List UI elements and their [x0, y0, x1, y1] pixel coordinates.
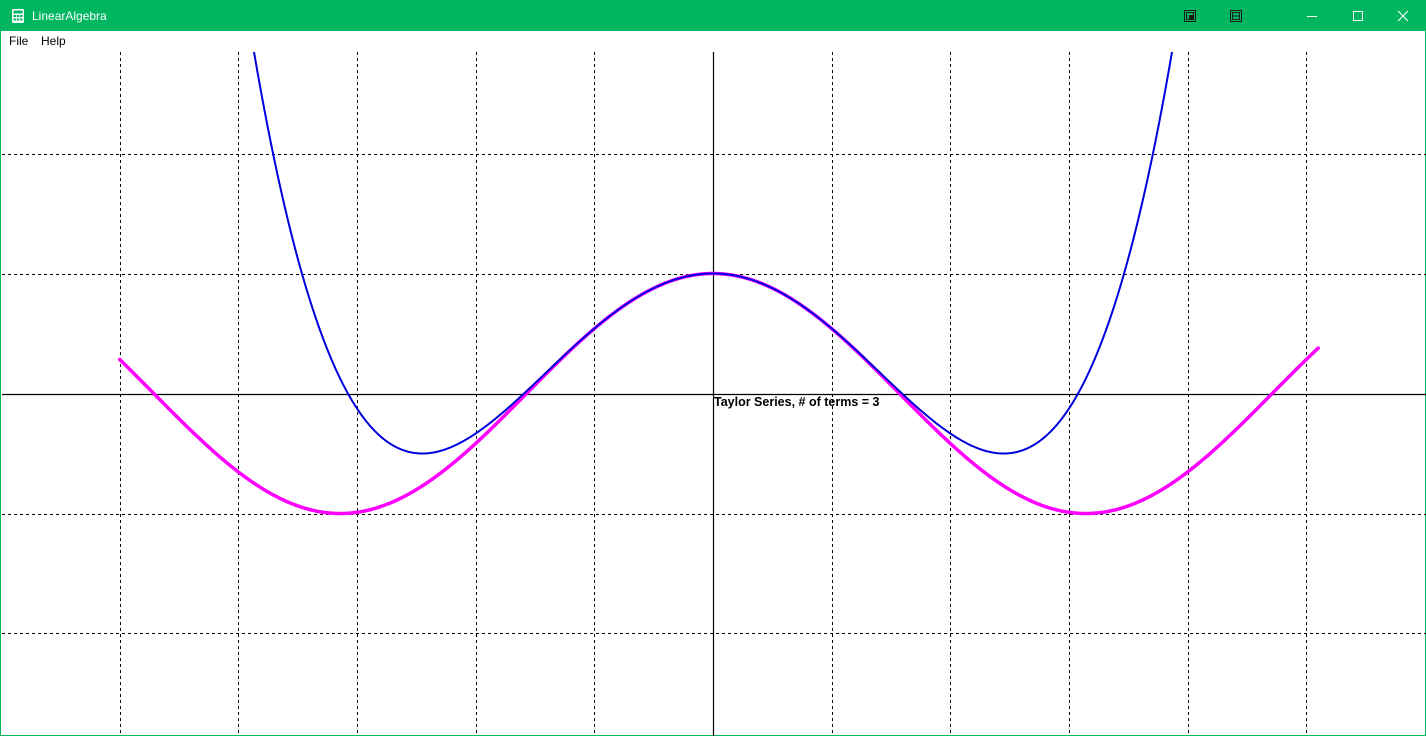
window-title: LinearAlgebra: [32, 9, 107, 23]
menu-file[interactable]: File: [8, 33, 29, 49]
app-window: LinearAlgebra File Help Taylor Series, #…: [0, 0, 1426, 736]
calculator-icon: [12, 9, 24, 23]
menu-bar: File Help: [1, 31, 1425, 51]
pin-window-button[interactable]: [1177, 1, 1203, 31]
axes: [2, 52, 1426, 736]
curves: [117, 52, 1320, 516]
taylor-annotation: Taylor Series, # of terms = 3: [714, 395, 880, 409]
plot-canvas[interactable]: [2, 52, 1426, 736]
pin-window-icon: [1184, 10, 1196, 22]
compact-window-button[interactable]: [1223, 1, 1249, 31]
menu-help[interactable]: Help: [40, 33, 67, 49]
maximize-button[interactable]: [1335, 1, 1381, 31]
title-bar[interactable]: LinearAlgebra: [1, 1, 1425, 31]
maximize-icon: [1353, 11, 1363, 21]
minimize-button[interactable]: [1289, 1, 1335, 31]
minimize-icon: [1307, 16, 1317, 17]
cosine-curve: [117, 271, 1320, 516]
close-icon: [1397, 10, 1409, 22]
close-button[interactable]: [1381, 1, 1425, 31]
compact-window-icon: [1230, 10, 1242, 22]
